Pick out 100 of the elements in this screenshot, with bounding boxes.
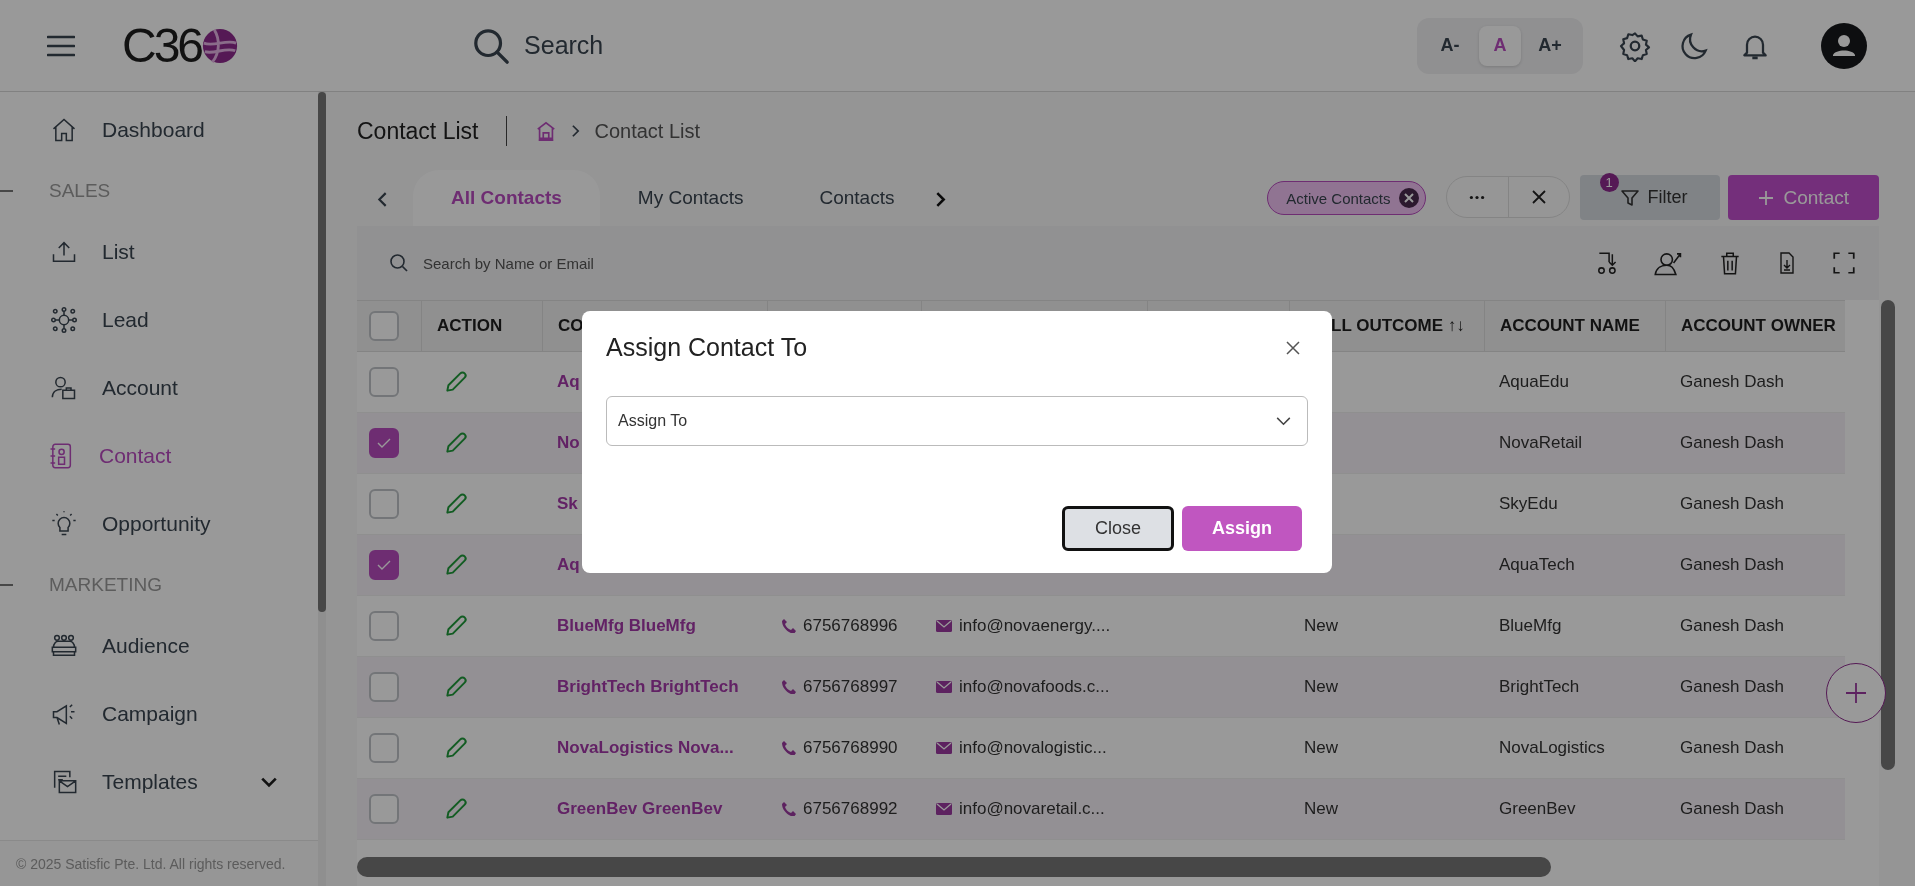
sidebar-item[interactable]: Audience [0, 612, 318, 680]
sidebar-item[interactable]: Dashboard [0, 96, 318, 164]
column-header: ACTION [437, 316, 503, 336]
dialog-title: Assign Contact To [606, 333, 808, 362]
page-title: Contact List [357, 117, 479, 145]
table-cell: Ganesh Dash [1680, 677, 1784, 697]
edit-pencil-icon[interactable] [443, 552, 469, 578]
edit-pencil-icon[interactable] [443, 796, 469, 822]
contact-name-link[interactable]: GreenBev GreenBev [557, 799, 723, 819]
table-cell: 6756768990 [803, 738, 898, 758]
network-icon [50, 306, 78, 334]
search-field[interactable]: Search by Name or Email [421, 253, 725, 273]
add-contact-button[interactable]: Contact [1727, 175, 1879, 220]
checkbox[interactable] [369, 550, 399, 580]
count-badge: 1 [1599, 173, 1619, 192]
envelope-icon [936, 681, 952, 693]
settings-icon[interactable] [1619, 29, 1651, 62]
sidebar-item[interactable]: List [0, 218, 318, 286]
assign-button[interactable]: Assign [1182, 506, 1302, 551]
remove-icon[interactable] [1398, 188, 1419, 208]
table-cell: BrightTech [1499, 677, 1580, 697]
table-cell: BlueMfg [1499, 616, 1562, 636]
table-cell: Ganesh Dash [1680, 433, 1784, 453]
checkbox[interactable] [369, 367, 399, 397]
checkbox[interactable] [369, 733, 399, 763]
contact-name-link[interactable]: NovaLogistics Nova... [557, 738, 734, 758]
edit-pencil-icon[interactable] [443, 491, 469, 517]
table-cell: GreenBev [1499, 799, 1576, 819]
assign-to-dropdown[interactable]: Assign To [606, 396, 1308, 446]
table-cell: Ganesh Dash [1680, 555, 1784, 575]
contact-name-link[interactable]: No [557, 433, 580, 453]
sidebar-item[interactable]: Account [0, 354, 318, 422]
table-cell: 6756768992 [803, 799, 898, 819]
table-cell: 6756768996 [803, 616, 898, 636]
home-icon[interactable] [535, 120, 558, 142]
sidebar-item[interactable]: Campaign [0, 680, 318, 748]
plus-icon [1757, 189, 1774, 206]
checkbox[interactable] [369, 489, 399, 519]
tab[interactable]: My Contacts [599, 170, 782, 226]
table-cell: NovaLogistics [1499, 738, 1605, 758]
sidebar-item[interactable]: Contact [0, 422, 318, 490]
table-cell: New [1304, 738, 1338, 758]
contact-name-link[interactable]: Aq [557, 555, 580, 575]
lightbulb-icon [50, 510, 78, 538]
close-icon[interactable] [1286, 340, 1300, 355]
search-icon [472, 26, 511, 65]
section-heading: SALES [49, 180, 111, 202]
filter-button[interactable]: 1 Filter [1579, 175, 1720, 220]
table-cell: NovaRetail [1499, 433, 1583, 453]
scrollbar-thumb[interactable] [357, 857, 1551, 877]
fullscreen-icon[interactable] [1831, 250, 1857, 276]
edit-pencil-icon[interactable] [443, 674, 469, 700]
tab[interactable]: Contacts [781, 170, 925, 226]
tab[interactable]: All Contacts [413, 170, 600, 226]
table-cell: New [1304, 677, 1338, 697]
envelope-icon [936, 803, 952, 815]
envelope-icon [936, 620, 952, 632]
chevron-left-icon[interactable] [377, 191, 388, 208]
column-header: CO [558, 316, 584, 336]
font-size-button[interactable]: A- [1429, 25, 1471, 66]
edit-pencil-icon[interactable] [443, 735, 469, 761]
contact-name-link[interactable]: BlueMfg BlueMfg [557, 616, 696, 636]
checkbox[interactable] [369, 794, 399, 824]
copyright-text: © 2025 Satisfic Pte. Ltd. All rights reserved. [16, 855, 286, 872]
edit-pencil-icon[interactable] [443, 613, 469, 639]
table-cell: Ganesh Dash [1680, 799, 1784, 819]
menu-icon[interactable] [47, 34, 75, 57]
checkbox[interactable] [369, 672, 399, 702]
table-cell: AquaTech [1499, 555, 1575, 575]
avatar-icon[interactable] [1821, 22, 1867, 69]
sidebar-item[interactable]: Templates [0, 748, 318, 816]
scrollbar-thumb[interactable] [1881, 300, 1895, 770]
scrollbar-thumb[interactable] [318, 92, 326, 612]
close-button[interactable]: Close [1062, 506, 1174, 551]
envelope-icon [936, 742, 952, 754]
font-size-button[interactable]: A+ [1529, 25, 1571, 66]
checkbox[interactable] [369, 311, 399, 341]
contact-name-link[interactable]: Aq [557, 372, 580, 392]
edit-pencil-icon[interactable] [443, 430, 469, 456]
chevron-right-icon[interactable] [935, 191, 946, 208]
table-cell: Ganesh Dash [1680, 372, 1784, 392]
column-header: ACCOUNT NAME [1500, 316, 1640, 336]
contact-name-link[interactable]: BrightTech BrightTech [557, 677, 739, 697]
table-cell: info@novafoods.c... [959, 677, 1110, 697]
contact-name-link[interactable]: Sk [557, 494, 578, 514]
edit-pencil-icon[interactable] [443, 369, 469, 395]
checkbox[interactable] [369, 611, 399, 641]
section-heading: MARKETING [49, 574, 162, 596]
more-icon [1469, 194, 1485, 200]
phone-icon [782, 680, 796, 694]
table-cell: New [1304, 616, 1338, 636]
checkbox[interactable] [369, 428, 399, 458]
table-cell: SkyEdu [1499, 494, 1558, 514]
font-size-button[interactable]: A [1479, 25, 1521, 66]
filter-chip-label: Active Contacts [1286, 189, 1391, 207]
sidebar-item[interactable]: Opportunity [0, 490, 318, 558]
column-header[interactable]: LL OUTCOME ↑↓ [1331, 316, 1465, 336]
search-button[interactable]: Search [472, 26, 604, 65]
sidebar-item[interactable]: Lead [0, 286, 318, 354]
person-briefcase-icon [50, 374, 78, 402]
